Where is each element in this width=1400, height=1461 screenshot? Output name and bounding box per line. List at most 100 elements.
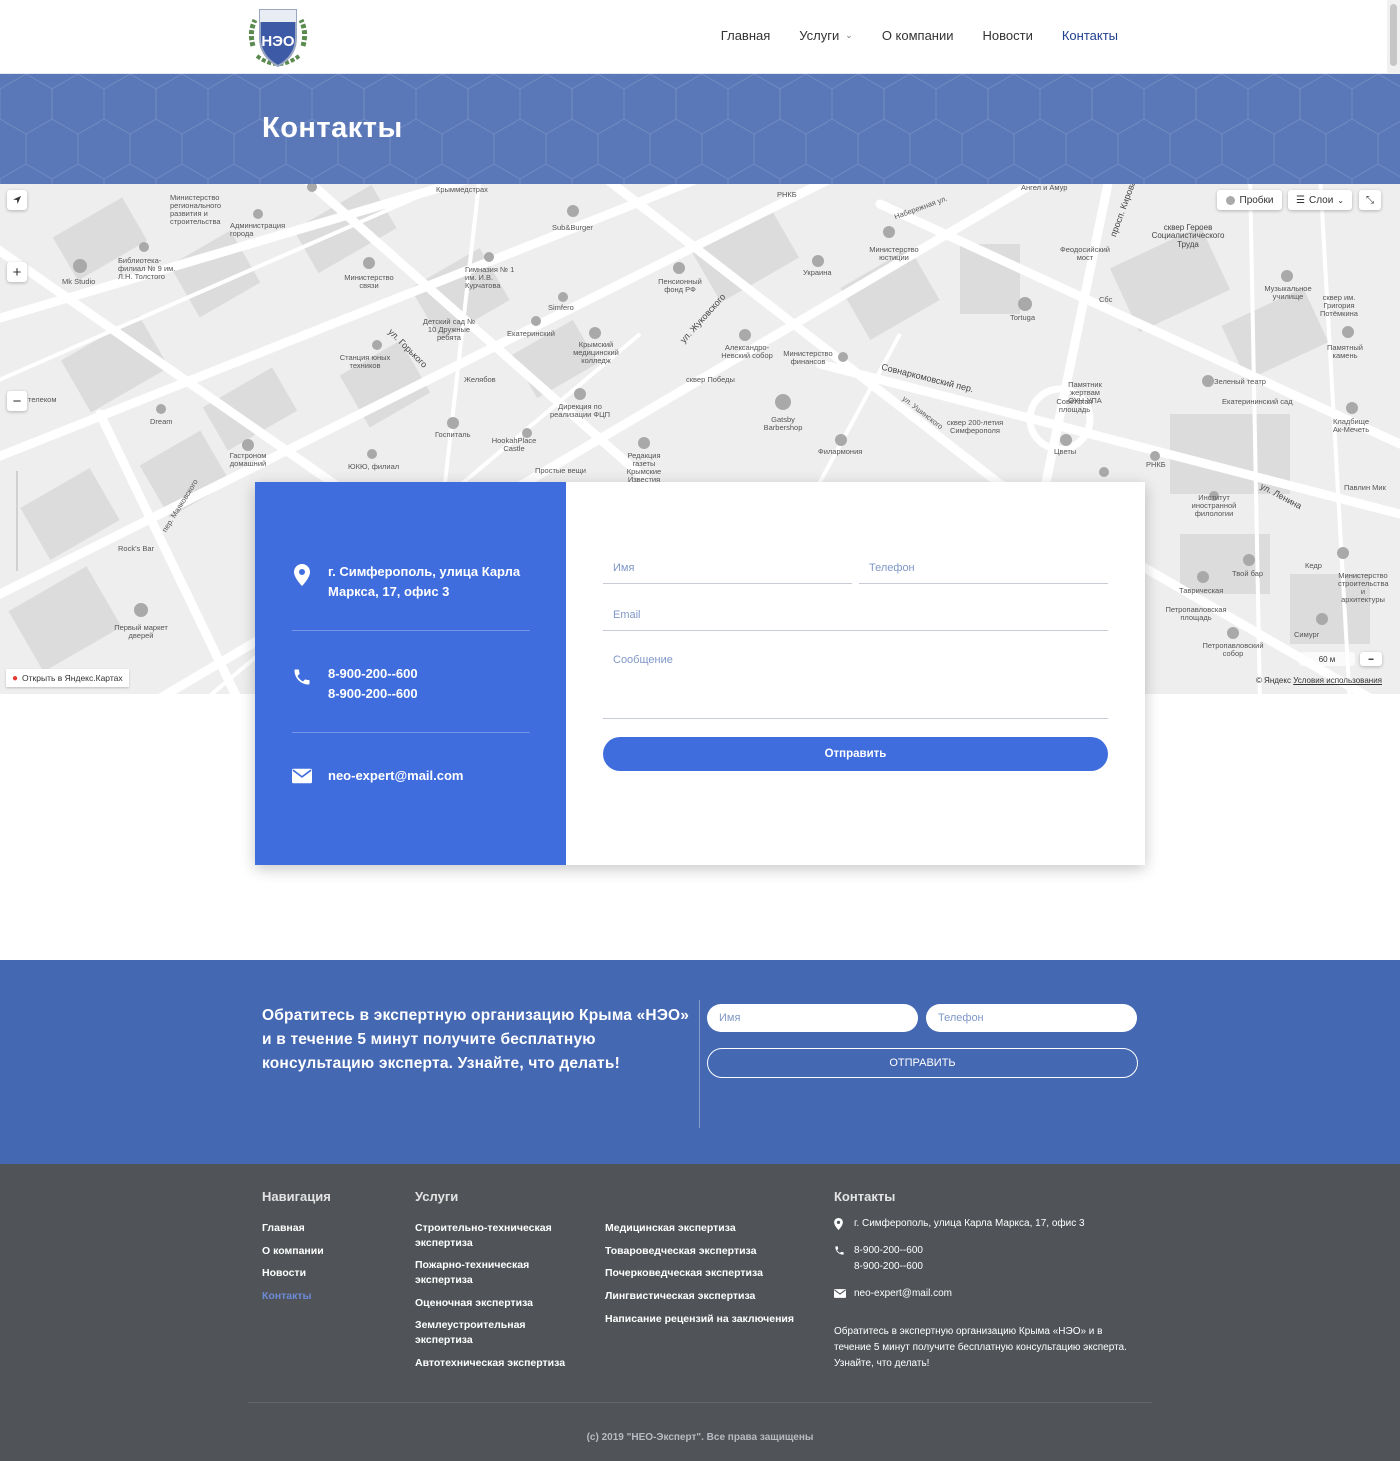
map-copyright: © Яндекс Условия использования — [1256, 676, 1382, 685]
footer-service-link[interactable]: Землеустроительная экспертиза — [415, 1318, 575, 1347]
footer-service-link[interactable]: Лингвистическая экспертиза — [605, 1289, 815, 1304]
map-label: Цветы — [1054, 447, 1077, 456]
footer-nav-list: Главная О компании Новости Контакты — [262, 1221, 382, 1312]
map-label: сквер 200-летия Симферополя — [946, 418, 1004, 435]
map-label: Дирекция по реализации ФЦП — [549, 402, 611, 419]
map-label: Редакция газеты Крымские Известия — [626, 451, 662, 484]
map-label: Сбс — [1099, 295, 1113, 304]
terms-link[interactable]: Условия использования — [1293, 676, 1382, 685]
footer-service-link[interactable]: Пожарно-техническая экспертиза — [415, 1258, 575, 1287]
map-label: Sub&Burger — [552, 223, 593, 232]
map-label: ЮКЮ, филиал — [348, 462, 400, 471]
main-nav: Главная Услуги ⌄ О компании Новости Конта… — [721, 28, 1118, 43]
map-label: Госпиталь — [435, 430, 471, 439]
footer-nav-home[interactable]: Главная — [262, 1221, 382, 1236]
traffic-button[interactable]: Пробки — [1217, 190, 1282, 210]
form-submit-button[interactable]: Отправить — [603, 737, 1108, 771]
map-label: Mk Studio — [62, 277, 96, 286]
footer-services-title: Услуги — [415, 1189, 459, 1204]
footer-email: neo-expert@mail.com — [834, 1286, 952, 1304]
chevron-down-icon: ⌄ — [845, 30, 853, 40]
fullscreen-button[interactable]: ⤡ — [1359, 190, 1381, 210]
footer-service-link[interactable]: Оценочная экспертиза — [415, 1296, 575, 1311]
ruler-button[interactable]: ━ — [1360, 652, 1382, 666]
map-label: Таврическая — [1179, 586, 1224, 595]
cta-name-input[interactable]: Имя — [707, 1004, 918, 1032]
yandex-copyright: © Яндекс — [1255, 676, 1291, 685]
navigation-arrow-icon — [13, 196, 21, 204]
footer-email-link[interactable]: neo-expert@mail.com — [854, 1286, 952, 1304]
zoom-out-button[interactable]: − — [7, 391, 27, 411]
footer-service-link[interactable]: Медицинская экспертиза — [605, 1221, 815, 1236]
nav-about[interactable]: О компании — [882, 28, 954, 43]
footer-nav-contacts[interactable]: Контакты — [262, 1289, 382, 1304]
contact-address: г. Симферополь, улица Карла Маркса, 17, … — [292, 562, 530, 602]
footer-phone-1[interactable]: 8-900-200--600 — [854, 1243, 923, 1259]
page-scrollbar[interactable] — [1387, 0, 1400, 74]
map-label: HookahPlace Castle — [491, 436, 537, 453]
map-label: Зеленый театр — [1214, 377, 1266, 386]
phone-1[interactable]: 8-900-200--600 — [328, 664, 418, 684]
map-label: Министерство строительства и архитектуры — [1338, 571, 1389, 604]
map-label: РНКБ — [777, 190, 797, 199]
footer-services-list-2: Медицинская экспертиза Товароведческая э… — [605, 1221, 815, 1334]
zoom-in-button[interactable]: + — [7, 262, 27, 282]
footer-phones: 8-900-200--600 8-900-200--600 — [834, 1243, 923, 1275]
footer-service-link[interactable]: Товароведческая экспертиза — [605, 1244, 815, 1259]
phone-icon — [292, 664, 312, 704]
map-label: Dream — [150, 417, 173, 426]
cta-section: Обратитесь в экспертную организацию Крым… — [0, 960, 1400, 1164]
scale-label: 60 м — [1318, 654, 1336, 664]
layers-button[interactable]: ☰ Слои ⌄ — [1288, 190, 1352, 210]
map-label: Петропавловский собор — [1202, 641, 1264, 658]
footer-address: г. Симферополь, улица Карла Маркса, 17, … — [834, 1216, 1085, 1236]
divider — [292, 732, 530, 733]
nav-home[interactable]: Главная — [721, 28, 770, 43]
footer-service-link[interactable]: Автотехническая экспертиза — [415, 1356, 575, 1371]
footer-phone-2[interactable]: 8-900-200--600 — [854, 1259, 923, 1275]
map-label: сквер Победы — [686, 375, 735, 384]
layers-label: Слои — [1308, 194, 1334, 206]
page-title-band: Контакты — [0, 74, 1400, 184]
map-label: Министерство регионального развития и ст… — [170, 193, 222, 226]
email-link[interactable]: neo-expert@mail.com — [328, 766, 464, 786]
divider — [292, 630, 530, 631]
yandex-pin-icon: ● — [12, 672, 19, 684]
contact-card: г. Симферополь, улица Карла Маркса, 17, … — [255, 482, 1145, 865]
traffic-label: Пробки — [1239, 194, 1274, 206]
footer-phone-list: 8-900-200--600 8-900-200--600 — [854, 1243, 923, 1275]
phone-2[interactable]: 8-900-200--600 — [328, 684, 418, 704]
map-label: Гастроном домашний — [229, 451, 267, 468]
envelope-icon — [834, 1286, 846, 1304]
footer-nav-about[interactable]: О компании — [262, 1244, 382, 1259]
open-in-yandex-maps-link[interactable]: ● Открыть в Яндекс.Картах — [6, 669, 129, 687]
map-label: Феодосийский мост — [1060, 245, 1110, 262]
map-label: сквер им. Григория Потёмкина — [1320, 293, 1358, 318]
footer-service-link[interactable]: Строительно-техническая экспертиза — [415, 1221, 575, 1250]
map-label: Министерство финансов — [783, 349, 833, 366]
nav-contacts[interactable]: Контакты — [1062, 28, 1118, 43]
footer-nav-news[interactable]: Новости — [262, 1266, 382, 1281]
phone-icon — [834, 1243, 846, 1275]
map-label: Екатеринский — [507, 329, 555, 338]
cta-submit-button[interactable]: ОТПРАВИТЬ — [707, 1048, 1138, 1078]
map-label: РНКБ — [1146, 460, 1166, 469]
form-phone-input[interactable]: Телефон — [859, 562, 1108, 584]
nav-services[interactable]: Услуги ⌄ — [799, 28, 853, 43]
footer-service-link[interactable]: Написание рецензий на заключения — [605, 1312, 815, 1327]
map-label: Пенсионный фонд РФ — [658, 277, 702, 294]
nav-news[interactable]: Новости — [983, 28, 1033, 43]
footer-service-link[interactable]: Почерковедческая экспертиза — [605, 1266, 815, 1281]
plus-icon: + — [12, 263, 22, 281]
cta-phone-input[interactable]: Телефон — [926, 1004, 1137, 1032]
map-label: Институт иностранной филологии — [1191, 493, 1237, 518]
hexagon-pattern — [0, 74, 1400, 184]
geolocation-button[interactable] — [7, 190, 27, 210]
form-message-textarea[interactable]: Сообщение — [603, 654, 1108, 719]
zoom-slider[interactable] — [16, 471, 18, 571]
form-email-input[interactable]: Email — [603, 609, 1108, 631]
map-label: Твой бар — [1232, 569, 1264, 578]
form-name-input[interactable]: Имя — [603, 562, 852, 584]
company-logo[interactable]: НЭО — [243, 2, 313, 72]
map-marker-icon — [834, 1216, 846, 1236]
